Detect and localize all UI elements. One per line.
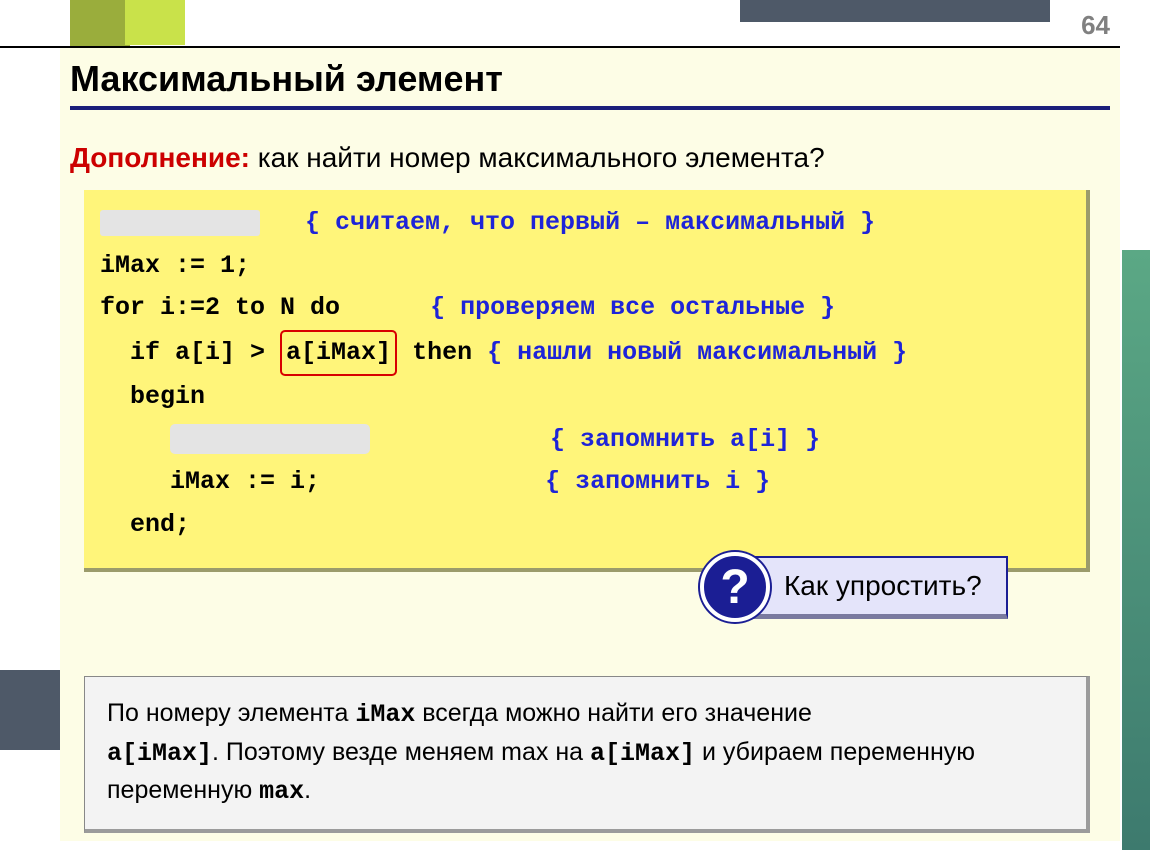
subtitle: Дополнение: как найти номер максимальног… xyxy=(60,110,1120,190)
code-line: if a[i] > xyxy=(130,338,280,367)
explain-text: По номеру элемента xyxy=(107,699,355,727)
explain-text: . Поэтому везде меняем max на xyxy=(212,738,590,766)
code-comment: { проверяем все остальные } xyxy=(430,293,835,322)
explain-text: переменную xyxy=(107,776,259,804)
slide-title: Максимальный элемент xyxy=(60,48,1120,100)
code-line: begin xyxy=(100,376,1070,419)
code-comment: { нашли новый максимальный } xyxy=(487,338,907,367)
code-block: { считаем, что первый – максимальный } i… xyxy=(84,190,1090,572)
question-mark-icon: ? xyxy=(700,552,770,622)
subtitle-rest: как найти номер максимального элемента? xyxy=(250,142,825,173)
explanation-box: По номеру элемента iMax всегда можно най… xyxy=(84,676,1090,833)
callout-text: Как упростить? xyxy=(742,556,1008,619)
subtitle-lead: Дополнение: xyxy=(70,142,250,173)
code-line: for i:=2 to N do xyxy=(100,293,340,322)
mono-token: a[iMax] xyxy=(107,739,212,768)
question-callout: ? Как упростить? xyxy=(700,552,1008,622)
code-comment: { запомнить a[i] } xyxy=(550,425,820,454)
explain-text: всегда можно найти его значение xyxy=(415,699,812,727)
highlighted-token: a[iMax] xyxy=(280,330,397,377)
code-comment: { считаем, что первый – максимальный } xyxy=(305,208,875,237)
blank-region-1 xyxy=(100,210,260,236)
code-comment: { запомнить i } xyxy=(545,467,770,496)
mono-token: a[iMax] xyxy=(590,739,695,768)
page-number: 64 xyxy=(1081,10,1110,41)
mono-token: iMax xyxy=(355,700,415,729)
code-line: then xyxy=(397,338,487,367)
code-line: iMax := i; xyxy=(170,467,320,496)
blank-region-2 xyxy=(170,424,370,454)
code-line: end; xyxy=(100,504,1070,547)
code-line: iMax := 1; xyxy=(100,245,1070,288)
slide-content: Максимальный элемент Дополнение: как най… xyxy=(60,46,1120,841)
mono-token: max xyxy=(259,777,304,806)
explain-text: и убираем переменную xyxy=(695,738,975,766)
explain-text: . xyxy=(304,776,311,804)
